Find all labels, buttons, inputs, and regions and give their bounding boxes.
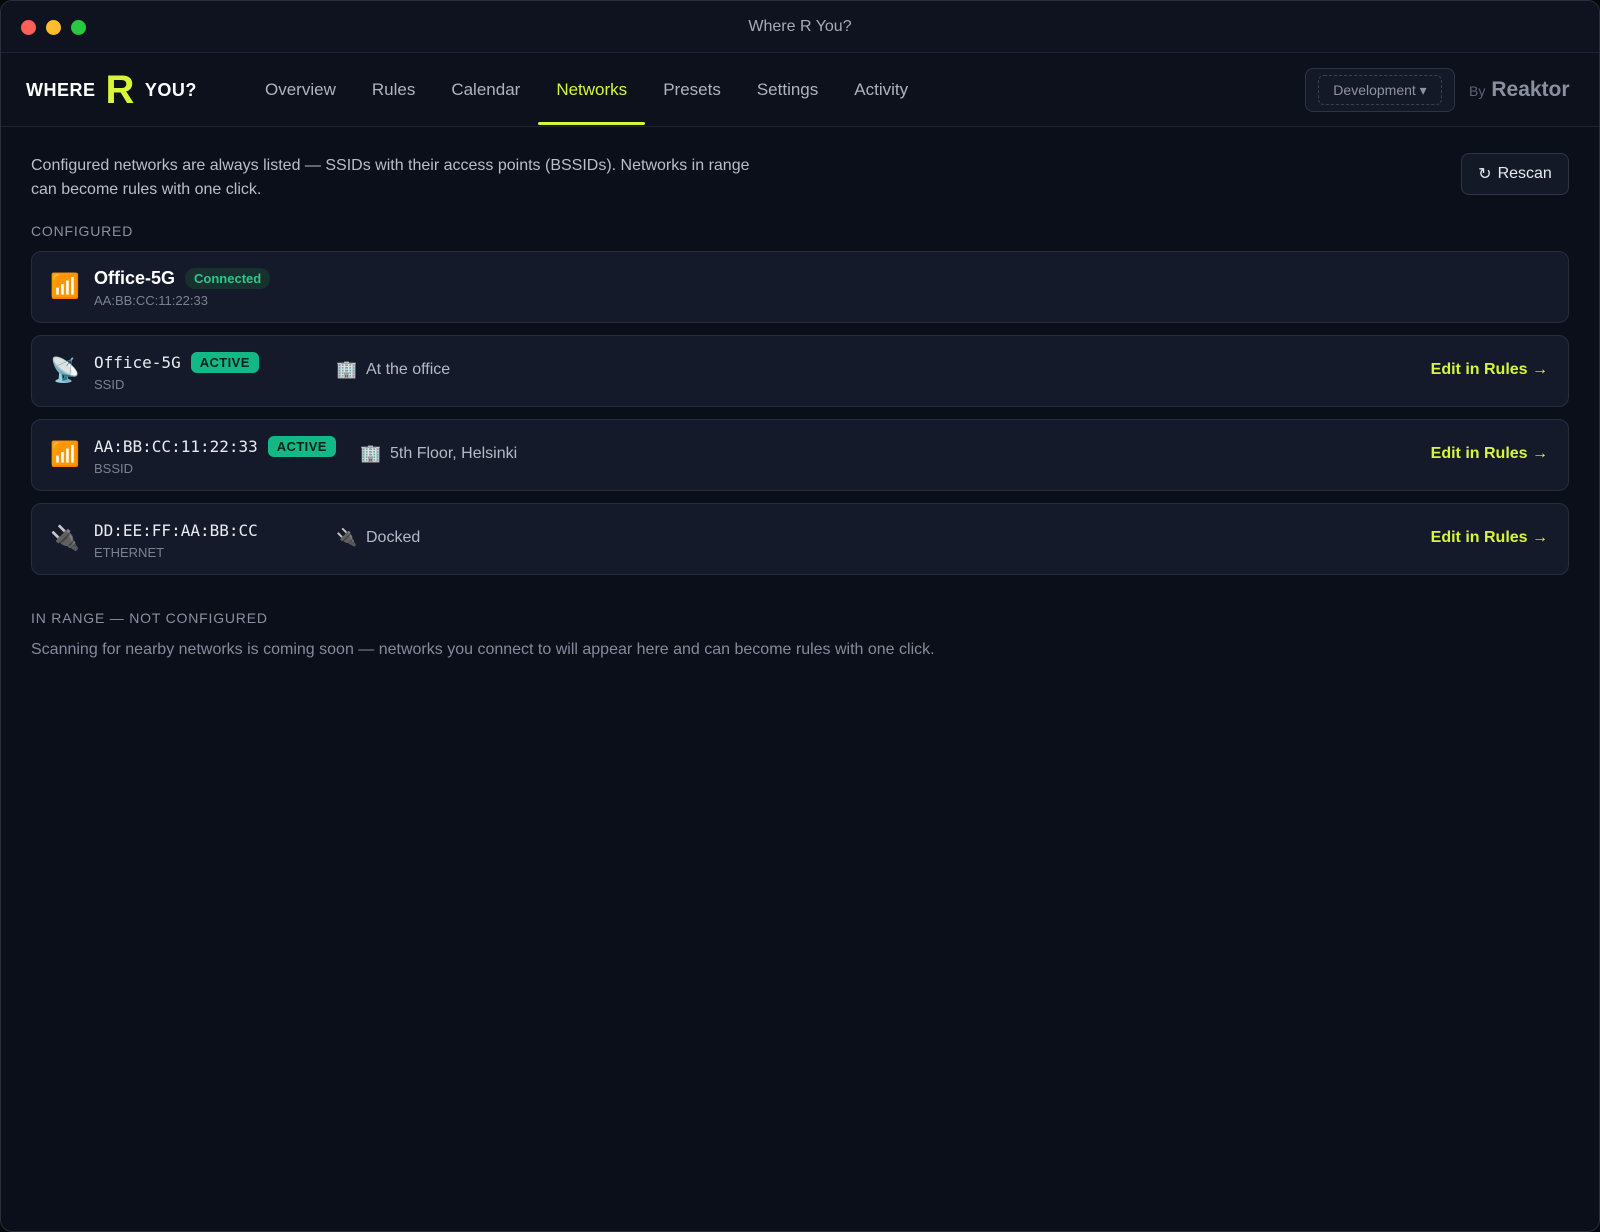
tab-presets[interactable]: Presets bbox=[645, 53, 739, 127]
plug-icon: 🔌 bbox=[50, 525, 80, 552]
rule-target-label: 5th Floor, Helsinki bbox=[390, 445, 518, 462]
page-description: Configured networks are always listed — … bbox=[31, 157, 750, 198]
network-bssid: AA:BB:CC:11:22:33 bbox=[94, 293, 208, 308]
environment-dropdown[interactable]: Development ▾ bbox=[1318, 75, 1442, 105]
plug-icon: 🔌 bbox=[336, 528, 358, 547]
edit-in-rules-link[interactable]: Edit in Rules → bbox=[1431, 529, 1548, 547]
connected-badge: Connected bbox=[185, 267, 271, 289]
rule-network-info: Office-5G ACTIVE SSID bbox=[94, 350, 259, 392]
rule-network-name: Office-5G bbox=[94, 352, 181, 372]
rule-target-label: At the office bbox=[366, 361, 451, 378]
logo-text-you: YOU? bbox=[144, 79, 197, 100]
edit-in-rules-link[interactable]: Edit in Rules → bbox=[1431, 445, 1548, 463]
network-name: Office-5G bbox=[94, 267, 176, 288]
section-label-configured: CONFIGURED bbox=[31, 223, 134, 239]
environment-selector: Development ▾ bbox=[1305, 68, 1455, 112]
satellite-dish-icon: 📡 bbox=[50, 357, 80, 384]
office-building-icon: 🏢 bbox=[360, 444, 382, 463]
top-navigation: WHERE R YOU? Overview Rules Calendar Net… bbox=[1, 53, 1599, 127]
logo-text-where: WHERE bbox=[26, 79, 96, 100]
rule-network-kind: BSSID bbox=[94, 461, 134, 476]
title-bar: Where R You? bbox=[1, 1, 1599, 53]
rule-network-name: DD:EE:FF:AA:BB:CC bbox=[94, 520, 258, 540]
rescan-button[interactable]: ↻ Rescan bbox=[1461, 153, 1569, 195]
tab-overview[interactable]: Overview bbox=[247, 53, 354, 127]
tab-rules[interactable]: Rules bbox=[354, 53, 433, 127]
rule-target: 🔌 Docked bbox=[336, 528, 420, 548]
window-title: Where R You? bbox=[748, 18, 852, 35]
rescan-label: Rescan bbox=[1497, 165, 1552, 182]
rule-network-info: AA:BB:CC:11:22:33 ACTIVE BSSID bbox=[94, 434, 336, 476]
office-building-icon: 🏢 bbox=[336, 360, 358, 379]
rule-target: 🏢 At the office bbox=[336, 360, 450, 380]
tab-calendar[interactable]: Calendar bbox=[433, 53, 538, 127]
rule-network-kind: SSID bbox=[94, 377, 125, 392]
rule-network-kind: ETHERNET bbox=[94, 545, 165, 560]
brand-logo: Reaktor bbox=[1491, 78, 1570, 101]
rule-network-info: DD:EE:FF:AA:BB:CC ETHERNET bbox=[94, 518, 258, 561]
network-rule-card: 🔌 DD:EE:FF:AA:BB:CC ETHERNET 🔌 Docked Ed… bbox=[31, 503, 1569, 575]
nav-tabs: Overview Rules Calendar Networks Presets… bbox=[247, 53, 926, 127]
network-rule-card: 📡 Office-5G ACTIVE SSID 🏢 At the office … bbox=[31, 335, 1569, 407]
wifi-icon: 📶 bbox=[50, 441, 80, 468]
network-rule-card: 📶 AA:BB:CC:11:22:33 ACTIVE BSSID 🏢 5th F… bbox=[31, 419, 1569, 491]
refresh-icon: ↻ bbox=[1478, 166, 1492, 183]
app-window: Where R You? WHERE R YOU? Overview Rules… bbox=[0, 0, 1600, 1232]
edit-in-rules-link[interactable]: Edit in Rules → bbox=[1431, 361, 1548, 379]
active-badge: ACTIVE bbox=[190, 351, 259, 373]
network-info: Office-5G Connected AA:BB:CC:11:22:33 bbox=[94, 266, 271, 308]
logo-r-mark: R bbox=[105, 68, 135, 112]
tab-settings[interactable]: Settings bbox=[739, 53, 836, 127]
connected-network-card: 📶 Office-5G Connected AA:BB:CC:11:22:33 bbox=[31, 251, 1569, 323]
byline-by: By bbox=[1469, 83, 1486, 99]
rule-network-name: AA:BB:CC:11:22:33 bbox=[94, 436, 258, 456]
wifi-icon: 📶 bbox=[50, 273, 80, 300]
in-range-empty-message: Scanning for nearby networks is coming s… bbox=[31, 641, 935, 658]
tab-activity[interactable]: Activity bbox=[836, 53, 926, 127]
section-label-in-range: IN RANGE — NOT CONFIGURED bbox=[31, 610, 268, 626]
rule-target-label: Docked bbox=[366, 529, 421, 546]
byline: By Reaktor bbox=[1469, 78, 1570, 102]
app-logo: WHERE R YOU? bbox=[26, 68, 197, 112]
rule-target: 🏢 5th Floor, Helsinki bbox=[360, 444, 517, 464]
active-badge: ACTIVE bbox=[267, 435, 336, 457]
tab-networks[interactable]: Networks bbox=[538, 53, 646, 127]
